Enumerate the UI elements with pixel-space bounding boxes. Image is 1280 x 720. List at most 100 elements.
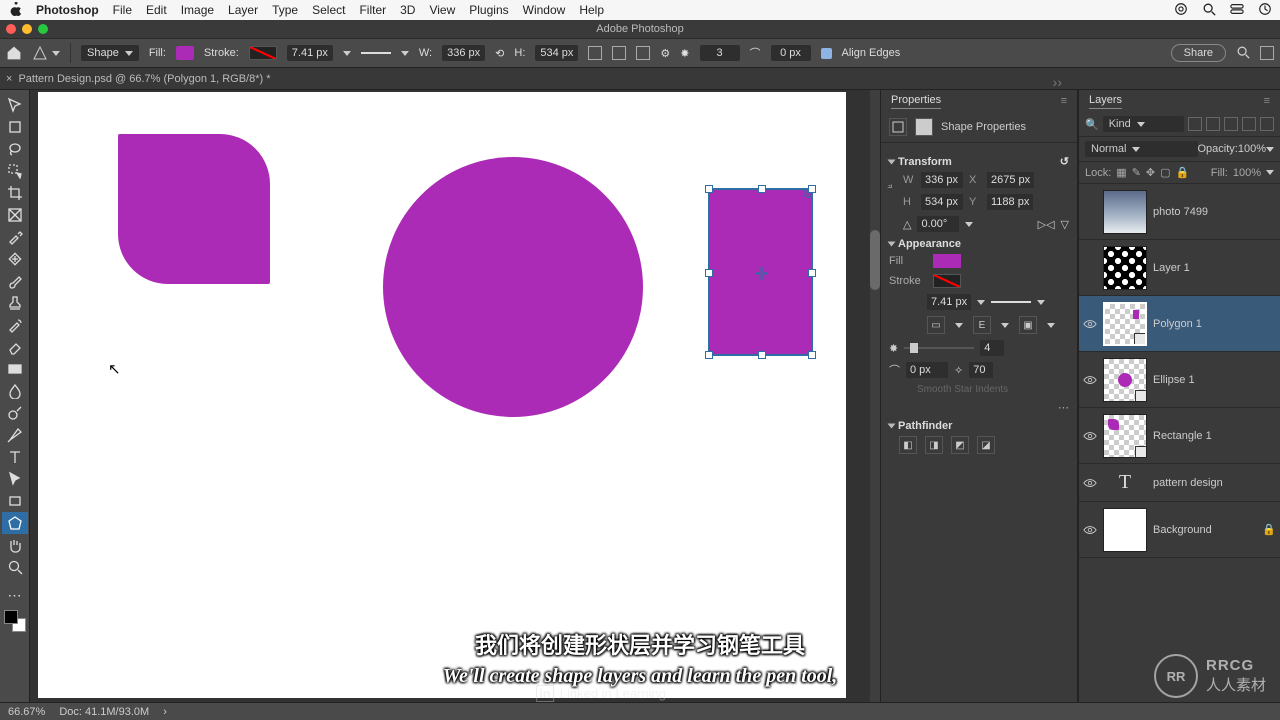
pen-tool[interactable]: [2, 424, 28, 446]
menu-image[interactable]: Image: [181, 3, 214, 17]
star-ratio-field[interactable]: 70: [969, 362, 993, 378]
stamp-tool[interactable]: [2, 292, 28, 314]
stroke-swatch[interactable]: [249, 46, 277, 60]
hand-tool[interactable]: [2, 534, 28, 556]
edit-toolbar-icon[interactable]: ⋯: [2, 584, 28, 606]
fill-swatch[interactable]: [933, 254, 961, 268]
link-dims-icon[interactable]: ⟲: [495, 47, 504, 60]
close-window-icon[interactable]: [6, 24, 16, 34]
cc-cloud-icon[interactable]: [1174, 2, 1188, 19]
lock-trans-icon[interactable]: ▦: [1116, 166, 1126, 179]
pathfinder-subtract-icon[interactable]: ◨: [925, 436, 943, 454]
path-select-tool[interactable]: [2, 468, 28, 490]
visibility-toggle[interactable]: [1083, 429, 1097, 443]
menu-type[interactable]: Type: [272, 3, 298, 17]
polygon-shape[interactable]: ✛: [708, 188, 813, 356]
resize-handle[interactable]: [808, 269, 816, 277]
layer-name[interactable]: Rectangle 1: [1153, 430, 1276, 442]
fullscreen-window-icon[interactable]: [38, 24, 48, 34]
document-tab[interactable]: Pattern Design.psd @ 66.7% (Polygon 1, R…: [18, 73, 270, 85]
lock-all-icon[interactable]: 🔒: [1176, 166, 1190, 179]
align-edges-checkbox[interactable]: [821, 48, 832, 59]
close-tab-icon[interactable]: ×: [6, 73, 12, 85]
control-center-icon[interactable]: [1230, 2, 1244, 19]
align-icon[interactable]: [612, 46, 626, 60]
canvas-area[interactable]: ✛: [30, 90, 880, 702]
zoom-tool[interactable]: [2, 556, 28, 578]
resize-handle[interactable]: [758, 351, 766, 359]
gear-icon[interactable]: ⚙: [660, 47, 670, 60]
minimize-window-icon[interactable]: [22, 24, 32, 34]
lasso-tool[interactable]: [2, 138, 28, 160]
prop-width[interactable]: 336 px: [921, 172, 963, 188]
panel-title[interactable]: Layers: [1089, 94, 1122, 109]
dodge-tool[interactable]: [2, 402, 28, 424]
share-button[interactable]: Share: [1171, 44, 1226, 62]
filter-shape-icon[interactable]: [1242, 117, 1256, 131]
prop-height[interactable]: 534 px: [921, 194, 963, 210]
sides-slider[interactable]: [904, 347, 974, 349]
crop-tool[interactable]: [2, 182, 28, 204]
opacity-value[interactable]: 100%: [1238, 143, 1266, 155]
corner-radius-field[interactable]: 0 px: [906, 362, 948, 378]
radius-field[interactable]: 0 px: [771, 45, 811, 61]
heal-tool[interactable]: [2, 248, 28, 270]
move-tool[interactable]: [2, 94, 28, 116]
eraser-tool[interactable]: [2, 336, 28, 358]
fill-value[interactable]: 100%: [1233, 167, 1261, 179]
prop-y[interactable]: 1188 px: [987, 194, 1033, 210]
prop-x[interactable]: 2675 px: [987, 172, 1034, 188]
flip-v-icon[interactable]: ▽: [1061, 218, 1069, 231]
panel-menu-icon[interactable]: ≡: [1051, 95, 1067, 107]
prop-angle[interactable]: 0.00°: [917, 216, 959, 232]
artboard-tool[interactable]: [2, 116, 28, 138]
tool-preset[interactable]: [32, 45, 60, 61]
history-brush-tool[interactable]: [2, 314, 28, 336]
filter-type-icon[interactable]: [1224, 117, 1238, 131]
type-tool[interactable]: [2, 446, 28, 468]
appearance-section[interactable]: Appearance: [889, 238, 1069, 250]
menu-view[interactable]: View: [429, 3, 455, 17]
resize-handle[interactable]: [705, 185, 713, 193]
flip-h-icon[interactable]: ▷◁: [1038, 218, 1055, 231]
quick-select-tool[interactable]: [2, 160, 28, 182]
panel-menu-icon[interactable]: ≡: [1254, 95, 1270, 107]
rectangle-shape[interactable]: [118, 134, 270, 284]
menu-layer[interactable]: Layer: [228, 3, 258, 17]
resize-handle[interactable]: [705, 351, 713, 359]
layer-name[interactable]: Layer 1: [1153, 262, 1276, 274]
menu-plugins[interactable]: Plugins: [469, 3, 508, 17]
filter-smart-icon[interactable]: [1260, 117, 1274, 131]
more-options-icon[interactable]: ⋯: [889, 401, 1069, 414]
visibility-toggle[interactable]: [1083, 373, 1097, 387]
fill-swatch[interactable]: [176, 46, 194, 60]
layer-row[interactable]: photo 7499: [1079, 184, 1280, 240]
layer-name[interactable]: photo 7499: [1153, 206, 1276, 218]
lock-position-icon[interactable]: ✥: [1146, 166, 1155, 179]
layer-name[interactable]: Background: [1153, 524, 1256, 536]
ellipse-shape[interactable]: [383, 157, 643, 417]
polygon-tool[interactable]: [2, 512, 28, 534]
eyedropper-tool[interactable]: [2, 226, 28, 248]
spotlight-icon[interactable]: [1202, 2, 1216, 19]
layer-thumbnail[interactable]: [1103, 246, 1147, 290]
menu-3d[interactable]: 3D: [400, 3, 415, 17]
blend-mode-select[interactable]: Normal: [1085, 141, 1198, 157]
chevron-down-icon[interactable]: [401, 51, 409, 56]
vertical-scrollbar[interactable]: [870, 90, 880, 702]
stroke-width-field[interactable]: 7.41 px: [287, 45, 333, 61]
pathfinder-section[interactable]: Pathfinder: [889, 420, 1069, 432]
width-field[interactable]: 336 px: [442, 45, 485, 61]
height-field[interactable]: 534 px: [535, 45, 578, 61]
stroke-corners-icon[interactable]: ▣: [1019, 316, 1037, 334]
fg-bg-colors[interactable]: [4, 610, 26, 632]
home-icon[interactable]: [6, 45, 22, 61]
visibility-toggle[interactable]: [1083, 476, 1097, 490]
menu-help[interactable]: Help: [579, 3, 604, 17]
layer-thumbnail[interactable]: [1103, 414, 1147, 458]
zoom-level[interactable]: 66.67%: [8, 706, 45, 718]
clock-icon[interactable]: [1258, 2, 1272, 19]
collapse-panels-icon[interactable]: ››: [1053, 74, 1062, 90]
stroke-caps-icon[interactable]: E: [973, 316, 991, 334]
arrange-icon[interactable]: [636, 46, 650, 60]
